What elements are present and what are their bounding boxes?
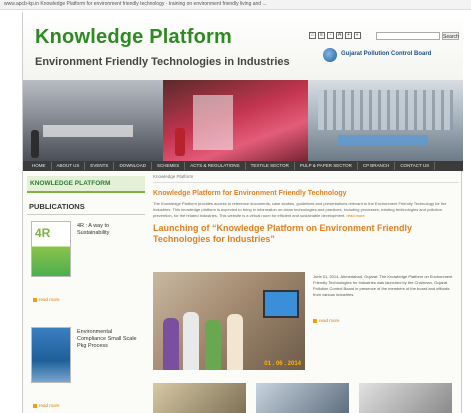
home-icon[interactable]: ⌂ <box>309 32 316 39</box>
main-content: Knowledge Platform Knowledge Platform fo… <box>153 174 459 413</box>
nav-item-acts[interactable]: ACTS & REGULATIONS <box>185 162 246 170</box>
photo-date: 01 . 06 . 2014 <box>264 361 301 367</box>
utility-icons: ⌂ ≡ - A + ◐ <box>309 32 361 39</box>
nav-item-cp-branch[interactable]: CP BRANCH <box>358 162 396 170</box>
main-nav: HOME ABOUT US EVENTS DOWNLOAD SCHEMES AC… <box>23 161 463 171</box>
sidebar-heading[interactable]: KNOWLEDGE PLATFORM <box>27 176 145 193</box>
search-input[interactable] <box>376 32 440 40</box>
nav-item-schemes[interactable]: SCHEMES <box>152 162 186 170</box>
read-more-link[interactable]: read more <box>33 297 60 302</box>
page-container: Knowledge Platform Environment Friendly … <box>22 12 463 413</box>
event-thumbnails <box>153 383 459 413</box>
nav-item-textile[interactable]: TEXTILE SECTOR <box>246 162 295 170</box>
photo-person <box>205 320 221 370</box>
event-thumbnail[interactable] <box>359 383 452 413</box>
nav-item-events[interactable]: EVENTS <box>85 162 115 170</box>
event-thumbnail[interactable] <box>256 383 349 413</box>
banner-image-factory-floor <box>23 80 163 161</box>
publications-heading: PUBLICATIONS <box>27 199 145 215</box>
search-button[interactable]: Search <box>442 32 459 40</box>
event-thumbnail[interactable] <box>153 383 246 413</box>
gpcb-logo-icon <box>323 48 337 62</box>
read-more-link[interactable]: read more <box>33 403 60 408</box>
banner-images <box>23 80 463 161</box>
launch-read-more-link[interactable]: read more <box>313 318 340 323</box>
launch-photo[interactable]: 01 . 06 . 2014 <box>153 272 305 370</box>
font-reset-icon[interactable]: A <box>336 32 343 39</box>
publication-title[interactable]: 4R : A way to Sustainability <box>77 223 141 237</box>
site-header: Knowledge Platform Environment Friendly … <box>23 12 463 80</box>
photo-person <box>183 312 199 370</box>
logo-text: Gujarat Pollution Control Board <box>341 51 432 57</box>
publication-title[interactable]: Environmental Compliance Small Scale Pkg… <box>77 329 141 350</box>
photo-person <box>163 318 179 370</box>
publication-cover[interactable] <box>31 327 71 383</box>
font-decrease-icon[interactable]: - <box>327 32 334 39</box>
banner-image-plant-interior <box>308 80 463 161</box>
banner-image-textile-machine <box>163 80 308 161</box>
publication-item: Environmental Compliance Small Scale Pkg… <box>27 327 145 413</box>
launch-heading[interactable]: Launching of “Knowledge Platform on Envi… <box>153 223 459 245</box>
font-increase-icon[interactable]: + <box>345 32 352 39</box>
contrast-icon[interactable]: ◐ <box>354 32 361 39</box>
site-title[interactable]: Knowledge Platform <box>35 26 232 49</box>
kp-heading: Knowledge Platform for Environment Frien… <box>153 190 347 197</box>
photo-person <box>227 314 243 370</box>
kp-description-text: The Knowledge Platform provides access t… <box>153 201 447 218</box>
site-subtitle: Environment Friendly Technologies in Ind… <box>35 56 290 68</box>
breadcrumb[interactable]: Knowledge Platform <box>153 174 459 183</box>
publication-cover[interactable]: 4R <box>31 221 71 277</box>
nav-item-contact[interactable]: CONTACT US <box>395 162 436 170</box>
launch-description: June 01, 2014, Ahmedabad, Gujarat. The K… <box>313 274 453 297</box>
nav-item-download[interactable]: DOWNLOAD <box>114 162 152 170</box>
kp-read-more-link[interactable]: read more <box>347 213 365 218</box>
sidebar: KNOWLEDGE PLATFORM PUBLICATIONS 4R 4R : … <box>27 176 145 413</box>
nav-item-home[interactable]: HOME <box>27 162 52 170</box>
nav-item-pulp-paper[interactable]: PULP & PAPER SECTOR <box>295 162 358 170</box>
kp-description: The Knowledge Platform provides access t… <box>153 201 459 219</box>
nav-item-about[interactable]: ABOUT US <box>52 162 86 170</box>
cover-label: 4R <box>35 226 51 240</box>
browser-url-text[interactable]: www.apcb-kp.in Knowledge Platform for en… <box>4 1 267 7</box>
sitemap-icon[interactable]: ≡ <box>318 32 325 39</box>
browser-top-bar: www.apcb-kp.in Knowledge Platform for en… <box>0 0 471 10</box>
photo-screen <box>263 290 299 318</box>
publication-item: 4R 4R : A way to Sustainability read mor… <box>27 221 145 321</box>
